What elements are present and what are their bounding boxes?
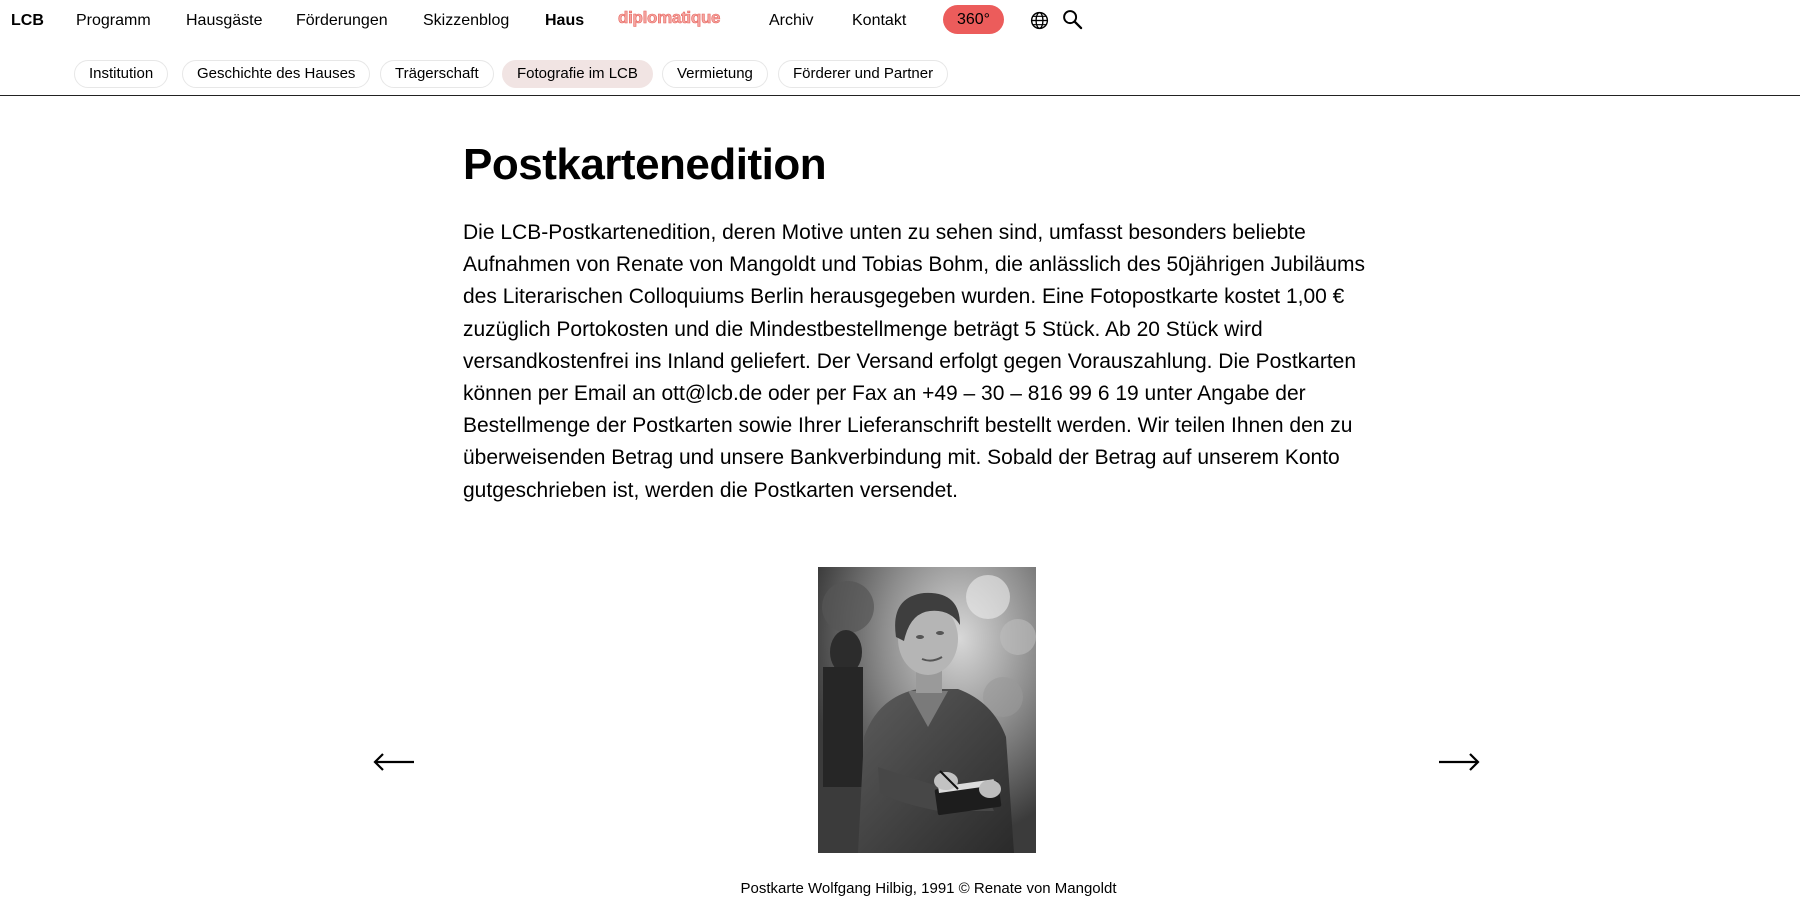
- photo-caption: Postkarte Wolfgang Hilbig, 1991 © Renate…: [740, 880, 1117, 897]
- postcard-photo: [818, 567, 1036, 853]
- nav-item-kontakt[interactable]: Kontakt: [852, 11, 906, 31]
- nav-item-diplomatique-logo[interactable]: diplomatique: [618, 8, 721, 28]
- site-logo[interactable]: LCB: [11, 11, 44, 31]
- nav-item-archiv[interactable]: Archiv: [769, 11, 813, 31]
- nav-item-skizzenblog[interactable]: Skizzenblog: [423, 11, 509, 31]
- sub-navigation: Institution Geschichte des Hauses Träger…: [0, 60, 1800, 90]
- arrow-left-icon[interactable]: [372, 749, 416, 775]
- search-icon[interactable]: [1062, 9, 1083, 30]
- page-title: Postkartenedition: [463, 140, 827, 189]
- view-360-button[interactable]: 360°: [943, 5, 1004, 34]
- subnav-item-institution[interactable]: Institution: [74, 60, 169, 88]
- nav-item-foerderungen[interactable]: Förderungen: [296, 11, 388, 31]
- nav-item-programm[interactable]: Programm: [76, 11, 151, 31]
- subnav-item-vermietung[interactable]: Vermietung: [662, 60, 768, 88]
- nav-item-haus[interactable]: Haus: [545, 11, 584, 31]
- subnav-item-fotografie-im-lcb[interactable]: Fotografie im LCB: [502, 60, 653, 88]
- arrow-right-icon[interactable]: [1437, 749, 1481, 775]
- intro-paragraph: Die LCB-Postkartenedition, deren Motive …: [463, 221, 1366, 502]
- header-divider: [0, 95, 1800, 96]
- top-navigation: LCB Programm Hausgäste Förderungen Skizz…: [0, 0, 1800, 42]
- nav-item-hausgaeste[interactable]: Hausgäste: [186, 11, 263, 31]
- subnav-item-geschichte-des-hauses[interactable]: Geschichte des Hauses: [182, 60, 371, 88]
- globe-icon[interactable]: [1030, 11, 1049, 30]
- subnav-item-foerderer-und-partner[interactable]: Förderer und Partner: [778, 60, 949, 88]
- subnav-item-traegerschaft[interactable]: Trägerschaft: [380, 60, 494, 88]
